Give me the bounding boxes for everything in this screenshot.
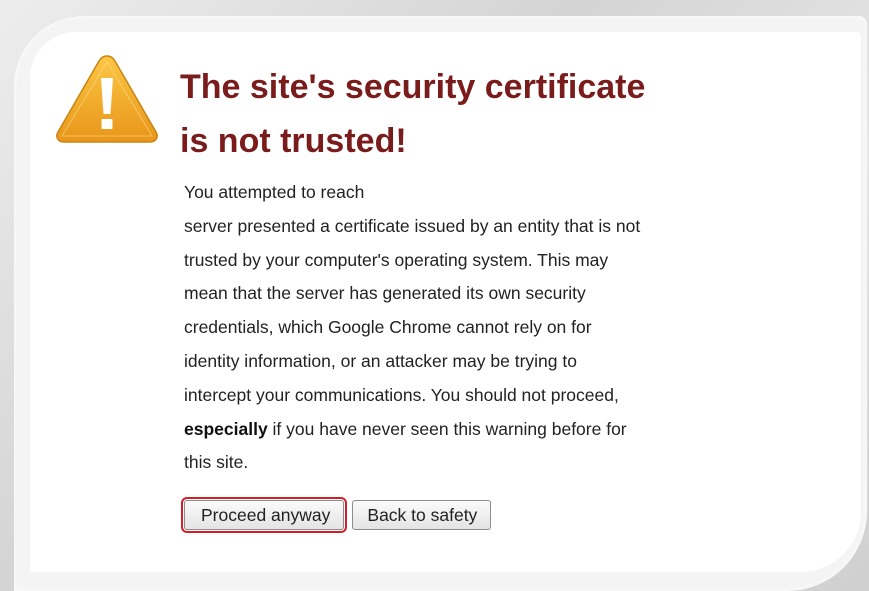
message-line: trusted by your computer's operating sys…: [184, 249, 609, 270]
warning-triangle-icon: [56, 55, 158, 143]
message-line-emphasis: especially if you have never seen this w…: [184, 413, 744, 447]
action-buttons: Proceed anyway Back to safety: [180, 497, 492, 533]
title-line-2: is not trusted!: [180, 122, 407, 160]
warning-message: You attempted to reach server presented …: [184, 176, 744, 480]
message-line: mean that the server has generated its o…: [184, 283, 586, 304]
emphasis-text: especially: [184, 418, 268, 439]
message-line: credentials, which Google Chrome cannot …: [184, 317, 592, 338]
proceed-anyway-button[interactable]: Proceed anyway: [180, 497, 348, 533]
message-line: server presented a certificate issued by…: [184, 215, 641, 236]
message-line: You attempted to reach: [184, 182, 365, 202]
message-line: identity information, or an attacker may…: [184, 350, 577, 371]
page-title: The site's security certificate is not t…: [180, 60, 820, 168]
title-line-1: The site's security certificate: [180, 68, 646, 106]
message-line: intercept your communications. You shoul…: [184, 384, 619, 405]
message-line: this site.: [184, 452, 249, 473]
message-text: if you have never seen this warning befo…: [267, 418, 627, 439]
back-to-safety-button[interactable]: Back to safety: [352, 500, 492, 530]
